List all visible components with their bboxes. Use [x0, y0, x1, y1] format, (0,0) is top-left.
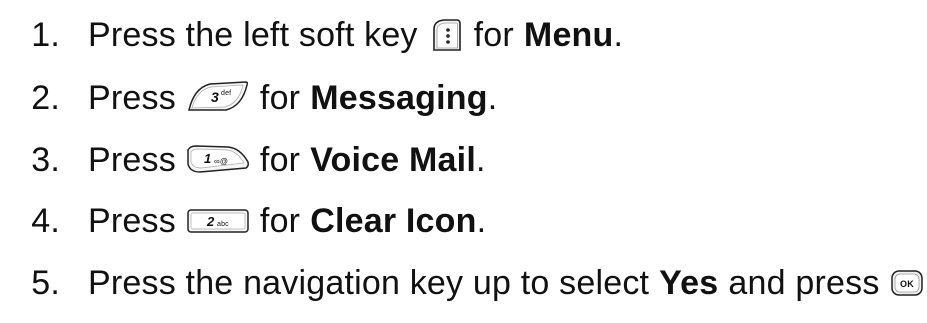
step-text: Press the navigation key up to select: [88, 263, 650, 302]
step-text: for: [473, 15, 514, 54]
step-text: Press: [88, 78, 176, 117]
key-symbols: ∞@: [214, 157, 228, 166]
step-period: .: [475, 140, 486, 179]
step-body: Press the left soft key for Menu .: [88, 16, 623, 55]
step-body: Press the navigation key up to select Ye…: [88, 264, 927, 303]
step-body: Press 3 def for Messaging .: [88, 79, 497, 118]
key-1-voicemail-icon: 1 ∞@: [186, 144, 250, 176]
key-letters: def: [221, 90, 231, 97]
step-period: .: [487, 78, 498, 117]
messaging-term: Messaging: [310, 78, 488, 117]
step-text: for: [259, 78, 301, 117]
step-text: Press the left soft key: [88, 15, 418, 54]
clear-icon-term: Clear Icon: [310, 201, 477, 240]
ok-key-icon: OK: [890, 268, 924, 298]
step-number: 1.: [31, 15, 60, 54]
step-period: .: [613, 15, 624, 54]
step-body: Press 1 ∞@ for Voice Mail .: [88, 141, 486, 180]
key-number: 2: [206, 214, 215, 229]
step-period: .: [476, 201, 487, 240]
key-3-def-icon: 3 def: [186, 80, 250, 116]
step-number: 4.: [31, 201, 60, 240]
step-number: 5.: [31, 263, 60, 302]
step-text: Press: [88, 140, 176, 179]
yes-term: Yes: [659, 263, 719, 302]
step-number: 3.: [31, 140, 60, 179]
ok-label: OK: [900, 279, 914, 289]
step-text: for: [259, 201, 301, 240]
key-number: 3: [211, 89, 219, 105]
key-number: 1: [204, 151, 211, 166]
left-soft-key-menu-icon: [428, 17, 464, 53]
key-letters: abc: [217, 221, 229, 228]
step-text: for: [259, 140, 301, 179]
step-body: Press 2 abc for Clear Icon .: [88, 202, 486, 241]
voice-mail-term: Voice Mail: [310, 140, 476, 179]
instruction-steps: 1. Press the left soft key for Menu . 2.…: [0, 0, 927, 323]
menu-term: Menu: [523, 15, 614, 54]
step-text: and press: [728, 263, 880, 302]
key-2-abc-icon: 2 abc: [186, 207, 250, 235]
step-number: 2.: [31, 78, 60, 117]
step-text: Press: [88, 201, 176, 240]
